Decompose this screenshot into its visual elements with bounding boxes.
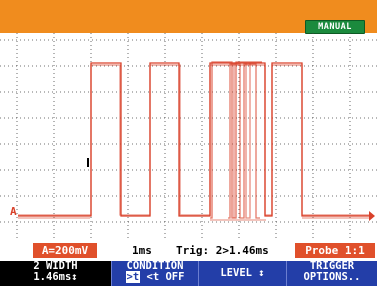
softkey-bar: 2 WIDTH 1.46ms↕ CONDITION >t <t OFF LEVE… (0, 261, 377, 286)
timebase-readout: 1ms (132, 244, 152, 257)
status-bar: A=200mV 1ms Trig: 2>1.46ms Probe 1:1 (0, 241, 377, 261)
waveform-display: A (0, 33, 377, 238)
trace (18, 61, 372, 221)
condition-selected: >t (125, 271, 141, 283)
softkey-level[interactable]: LEVEL ↕ (199, 261, 287, 286)
grid (0, 33, 377, 238)
channel-a-marker[interactable]: A (10, 205, 17, 218)
softkey-value: 1.46ms↕ (33, 271, 78, 283)
trigger-marker (87, 158, 89, 167)
scope-screen: MANUAL A A=200mV 1ms Trig: 2>1.46ms Prob… (0, 0, 377, 286)
channel-range-badge: A=200mV (33, 243, 97, 258)
top-bar: MANUAL (0, 0, 377, 34)
softkey-label: LEVEL ↕ (220, 267, 265, 279)
trigger-readout: Trig: 2>1.46ms (176, 244, 269, 257)
probe-badge: Probe 1:1 (295, 243, 375, 258)
softkey-condition[interactable]: CONDITION >t <t OFF (112, 261, 199, 286)
mode-badge[interactable]: MANUAL (305, 20, 365, 34)
softkey-trigger-options[interactable]: TRIGGER OPTIONS.. (287, 261, 377, 286)
softkey-pulse-width[interactable]: 2 WIDTH 1.46ms↕ (0, 261, 112, 286)
condition-options: <t OFF (140, 271, 185, 283)
softkey-value: OPTIONS.. (303, 271, 361, 283)
right-edge-arrow-icon (369, 211, 375, 221)
